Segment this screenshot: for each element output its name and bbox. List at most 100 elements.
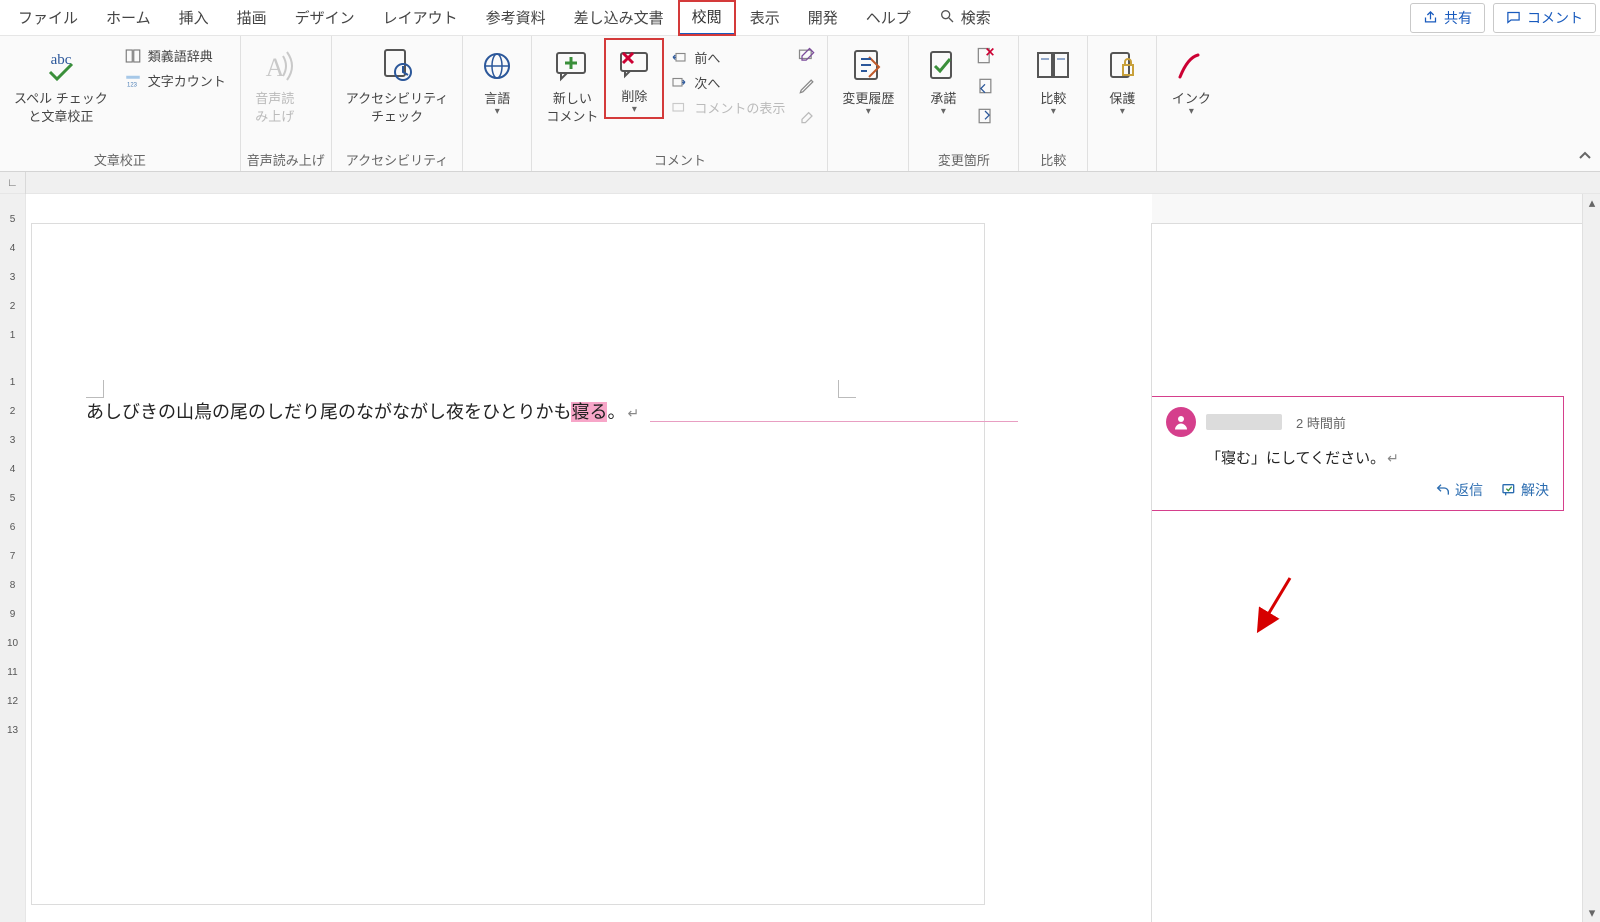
workspace: 5432112345678910111213 あしびきの山鳥の尾のしだり尾のなが… [0,194,1600,922]
wordcount-button[interactable]: 123 文字カウント [120,69,230,92]
tab-developer[interactable]: 開発 [794,1,852,34]
spellcheck-icon: abc [40,44,82,88]
margin-corner-tr [838,380,856,398]
next-comment-button[interactable]: 次へ [666,71,789,94]
track-changes-button[interactable]: 変更履歴 ▾ [834,40,902,117]
accessibility-button[interactable]: アクセシビリティ チェック [338,40,457,125]
share-button[interactable]: 共有 [1410,3,1485,33]
document-area[interactable]: あしびきの山鳥の尾のしだり尾のながながし夜をひとりかも寝る。↵ [26,194,1152,922]
tab-insert[interactable]: 挿入 [165,1,223,34]
vertical-ruler[interactable]: 5432112345678910111213 [0,194,26,922]
delete-comment-button[interactable]: 削除 ▾ [606,40,662,117]
reply-icon [1435,482,1451,498]
language-icon [479,44,515,88]
eraser-button[interactable] [795,104,819,128]
scroll-up-button[interactable]: ▴ [1583,194,1600,212]
pen-button[interactable] [795,74,819,98]
share-label: 共有 [1444,8,1472,28]
comments-pane: 2 時間前 「寝む」にしてください。↵ 返信 解決 [1152,194,1582,922]
tab-help[interactable]: ヘルプ [852,1,925,34]
group-label-proofing: 文章校正 [6,148,234,169]
next-comment-icon [670,74,688,92]
prev-comment-button[interactable]: 前へ [666,46,789,69]
accessibility-icon [377,44,417,88]
chevron-down-icon: ▾ [1120,106,1125,117]
readaloud-icon: A [255,44,295,88]
svg-text:123: 123 [127,82,138,88]
spellcheck-button[interactable]: abc スペル チェック と文章校正 [6,40,116,125]
scroll-down-button[interactable]: ▾ [1583,904,1600,922]
new-comment-button[interactable]: 新しい コメント [538,40,606,125]
tab-design[interactable]: デザイン [281,1,369,34]
chevron-down-icon: ▾ [632,104,637,115]
chevron-down-icon: ▾ [941,106,946,117]
scroll-track[interactable] [1583,212,1600,904]
avatar [1166,407,1196,437]
reply-button[interactable]: 返信 [1435,480,1483,500]
tab-layout[interactable]: レイアウト [369,1,472,34]
delete-comment-icon [615,42,653,86]
tab-view[interactable]: 表示 [736,1,794,34]
ink-icon [1174,44,1208,88]
track-changes-icon [849,44,887,88]
tab-draw[interactable]: 描画 [223,1,281,34]
ruler-corner: ∟ [0,172,26,194]
tab-file[interactable]: ファイル [4,1,92,34]
prev-change-button[interactable] [973,74,997,98]
group-label-comments: コメント [538,148,821,169]
ribbon: abc スペル チェック と文章校正 類義語辞典 123 文字カウント 文章校正 [0,36,1600,172]
margin-corner-tl [86,380,104,398]
language-button[interactable]: 言語 ▾ [469,40,525,117]
page[interactable]: あしびきの山鳥の尾のしだり尾のながながし夜をひとりかも寝る。↵ [32,224,984,904]
protect-icon [1105,44,1139,88]
show-comments-button[interactable]: コメントの表示 [666,96,789,119]
resolve-button[interactable]: 解決 [1501,480,1549,500]
pen-icon [797,76,817,96]
prev-comment-icon [670,49,688,67]
readaloud-button[interactable]: A 音声読 み上げ [247,40,303,125]
new-comment-icon [553,44,591,88]
comment-card[interactable]: 2 時間前 「寝む」にしてください。↵ 返信 解決 [1152,396,1564,511]
reject-button[interactable] [973,44,997,68]
group-label-speech: 音声読み上げ [247,148,325,169]
ink-comment-button[interactable] [795,44,819,68]
comment-author [1206,414,1282,430]
horizontal-ruler[interactable]: ∟ |2||1|||1||2||3||4||5||6||7||8||9||10|… [0,172,1600,194]
tab-review[interactable]: 校閲 [678,0,736,36]
paragraph-mark-icon: ↵ [1387,450,1399,466]
next-change-icon [975,106,995,126]
comment-timestamp: 2 時間前 [1296,413,1346,432]
chevron-down-icon: ▾ [495,106,500,117]
comment-text[interactable]: 「寝む」にしてください。↵ [1206,447,1549,468]
reject-icon [975,46,995,66]
thesaurus-button[interactable]: 類義語辞典 [120,44,230,67]
compare-button[interactable]: 比較 ▾ [1025,40,1081,117]
document-text[interactable]: あしびきの山鳥の尾のしだり尾のながながし夜をひとりかも寝る。↵ [86,402,639,422]
thesaurus-icon [124,47,142,65]
accept-button[interactable]: 承諾 ▾ [915,40,971,117]
search-icon [939,8,955,28]
search-placeholder: 検索 [961,7,991,28]
collapse-ribbon-button[interactable] [1574,145,1596,167]
vertical-scrollbar[interactable]: ▴ ▾ [1582,194,1600,922]
comments-button[interactable]: コメント [1493,3,1596,33]
tab-mailings[interactable]: 差し込み文書 [560,1,678,34]
wordcount-icon: 123 [124,72,142,90]
next-change-button[interactable] [973,104,997,128]
compare-icon [1034,44,1072,88]
menu-bar: ファイル ホーム 挿入 描画 デザイン レイアウト 参考資料 差し込み文書 校閲… [0,0,1600,36]
comment-connector-line [650,421,1018,422]
accept-icon [925,44,961,88]
show-comments-icon [670,99,688,117]
ink-comment-icon [797,46,817,66]
group-label-compare: 比較 [1025,148,1081,169]
commented-range[interactable]: 寝る [571,402,607,422]
protect-button[interactable]: 保護 ▾ [1094,40,1150,117]
ink-button[interactable]: インク ▾ [1163,40,1219,117]
tab-home[interactable]: ホーム [92,1,165,34]
chevron-down-icon: ▾ [866,106,871,117]
group-label-accessibility: アクセシビリティ [338,148,457,169]
paragraph-mark-icon: ↵ [627,407,639,422]
tab-references[interactable]: 参考資料 [472,1,560,34]
search-box[interactable]: 検索 [929,3,1001,32]
